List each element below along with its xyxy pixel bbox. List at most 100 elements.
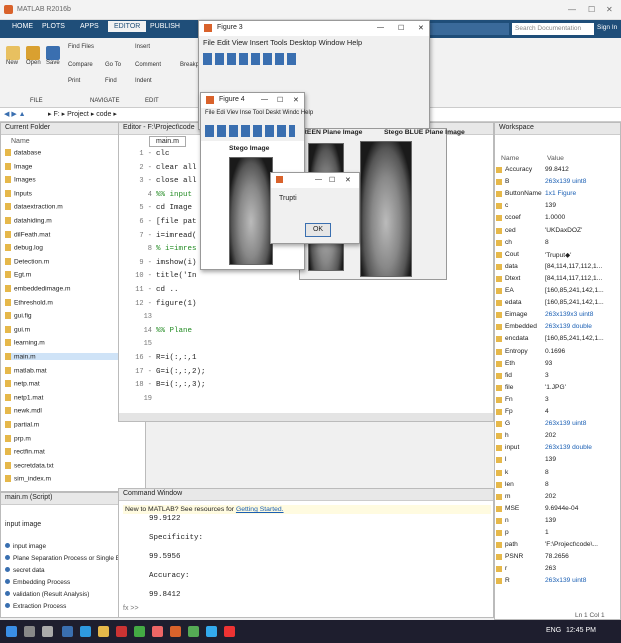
workspace-var-value[interactable]: 202 bbox=[545, 493, 556, 500]
workspace-var-value[interactable]: 263x139 uint8 bbox=[545, 178, 586, 185]
command-window[interactable]: Command Window New to MATLAB? See resour… bbox=[118, 488, 494, 618]
maximize-icon[interactable]: ☐ bbox=[329, 176, 335, 184]
figure-toolbar-icon[interactable] bbox=[205, 125, 295, 137]
minimize-icon[interactable]: — bbox=[315, 176, 322, 183]
search-icon[interactable] bbox=[24, 626, 35, 637]
workspace-var-name[interactable]: PSNR bbox=[505, 553, 523, 560]
folder-path[interactable]: ▸ F: ▸ Project ▸ code ▸ bbox=[48, 110, 117, 118]
app-icon[interactable] bbox=[224, 626, 235, 637]
figure-toolbar-icon[interactable] bbox=[203, 53, 299, 65]
folder-item[interactable]: newk.mdl bbox=[5, 407, 42, 415]
folder-item[interactable]: rectfin.mat bbox=[5, 448, 45, 455]
tab-publish[interactable]: PUBLISH bbox=[150, 23, 180, 30]
open-button[interactable]: Open bbox=[26, 46, 41, 66]
ws-name-header[interactable]: Name bbox=[501, 155, 519, 162]
clock[interactable]: 12:45 PM bbox=[566, 627, 596, 634]
folder-item[interactable]: datahiding.m bbox=[5, 217, 52, 224]
code-line[interactable]: R=i(:,:,1 bbox=[156, 354, 197, 362]
folder-item[interactable]: Images bbox=[5, 176, 36, 183]
workspace-var-name[interactable]: h bbox=[505, 432, 509, 439]
code-line[interactable]: B=i(:,:,3); bbox=[156, 381, 206, 389]
save-button[interactable]: Save bbox=[46, 46, 60, 66]
workspace-var-value[interactable]: '1.JPG' bbox=[545, 384, 566, 391]
quick-access-toolbar[interactable] bbox=[424, 23, 509, 35]
details-item[interactable]: validation (Result Analysis) bbox=[5, 591, 89, 598]
code-line[interactable]: %% Plane bbox=[156, 327, 192, 335]
code-line[interactable]: G=i(:,:,2); bbox=[156, 368, 206, 376]
figure-4-menubar[interactable]: File Edi Viev Inse Tool Deskt Windc Help bbox=[201, 108, 313, 118]
app-icon[interactable] bbox=[116, 626, 127, 637]
workspace-var-value[interactable]: 263x139 uint8 bbox=[545, 420, 586, 427]
tab-home[interactable]: HOME bbox=[12, 23, 33, 30]
maximize-icon[interactable]: ☐ bbox=[398, 24, 404, 32]
workspace-var-name[interactable]: encdata bbox=[505, 335, 528, 342]
code-line[interactable]: clc bbox=[156, 150, 170, 158]
workspace-var-name[interactable]: edata bbox=[505, 299, 522, 306]
maximize-icon[interactable]: ☐ bbox=[277, 96, 283, 104]
workspace-var-name[interactable]: ButtonName bbox=[505, 190, 542, 197]
nav-arrows-icon[interactable]: ◀ ▶ ▲ bbox=[4, 110, 26, 118]
insert-button[interactable]: Insert bbox=[135, 44, 150, 50]
close-icon[interactable]: ✕ bbox=[418, 24, 424, 32]
app-icon[interactable] bbox=[206, 626, 217, 637]
code-line[interactable]: i=imread( bbox=[156, 232, 197, 240]
minimize-icon[interactable]: — bbox=[377, 24, 384, 31]
code-line[interactable]: [file pat bbox=[156, 218, 197, 226]
workspace-var-value[interactable]: 139 bbox=[545, 202, 556, 209]
app-icon[interactable] bbox=[188, 626, 199, 637]
workspace-var-value[interactable]: 263x139 uint8 bbox=[545, 577, 586, 584]
tab-apps[interactable]: APPS bbox=[80, 23, 99, 30]
folder-item[interactable]: Detection.m bbox=[5, 257, 49, 265]
code-line[interactable]: imshow(i) bbox=[156, 259, 197, 267]
workspace-var-value[interactable]: 4 bbox=[545, 408, 549, 415]
print-button[interactable]: Print bbox=[68, 78, 80, 84]
details-item[interactable]: input image bbox=[5, 543, 46, 550]
workspace-var-name[interactable]: path bbox=[505, 541, 518, 548]
workspace-var-value[interactable]: 3 bbox=[545, 396, 549, 403]
workspace-var-value[interactable]: [160,85,241,142,1... bbox=[545, 287, 604, 294]
folder-item[interactable]: Inputs bbox=[5, 189, 32, 197]
app-icon[interactable] bbox=[134, 626, 145, 637]
workspace-var-name[interactable]: Accuracy bbox=[505, 166, 532, 173]
new-button[interactable]: New bbox=[6, 46, 20, 66]
workspace-var-value[interactable]: [84,114,117,112,1... bbox=[545, 275, 602, 282]
workspace-var-name[interactable]: ced bbox=[505, 227, 516, 234]
code-line[interactable]: %% input bbox=[156, 191, 192, 199]
workspace-var-value[interactable]: 263 bbox=[545, 565, 556, 572]
workspace-var-value[interactable]: 1 bbox=[545, 529, 549, 536]
workspace-var-value[interactable]: 78.2656 bbox=[545, 553, 569, 560]
workspace-var-value[interactable]: [160,85,241,142,1... bbox=[545, 299, 604, 306]
search-documentation-input[interactable]: Search Documentation bbox=[512, 23, 594, 35]
name-column-header[interactable]: Name bbox=[11, 138, 30, 145]
workspace-var-name[interactable]: G bbox=[505, 420, 510, 427]
start-icon[interactable] bbox=[6, 626, 17, 637]
details-item[interactable]: Embedding Process bbox=[5, 579, 70, 586]
folder-item[interactable]: gui.m bbox=[5, 325, 30, 333]
folder-item[interactable]: Ethreshold.m bbox=[5, 298, 53, 306]
details-item[interactable]: secret data bbox=[5, 567, 45, 574]
minimize-icon[interactable]: — bbox=[261, 96, 268, 103]
task-view-icon[interactable] bbox=[42, 626, 53, 637]
folder-item[interactable]: Egt.m bbox=[5, 271, 31, 279]
workspace-var-name[interactable]: Cout bbox=[505, 251, 519, 258]
folder-item[interactable]: netp1.mat bbox=[5, 393, 43, 401]
workspace-var-value[interactable]: 93 bbox=[545, 360, 552, 367]
folder-item[interactable]: learning.m bbox=[5, 339, 45, 347]
workspace-var-name[interactable]: Eth bbox=[505, 360, 515, 367]
workspace-var-name[interactable]: Fn bbox=[505, 396, 513, 403]
workspace-var-name[interactable]: k bbox=[505, 469, 508, 476]
go-to-button[interactable]: Go To bbox=[105, 62, 121, 68]
workspace-var-value[interactable]: 263x139 double bbox=[545, 444, 592, 451]
workspace-var-value[interactable]: 'UKDaxDOZ' bbox=[545, 227, 582, 234]
workspace-var-name[interactable]: R bbox=[505, 577, 510, 584]
workspace-var-value[interactable]: 139 bbox=[545, 456, 556, 463]
workspace-var-value[interactable]: 'Truput◆' bbox=[545, 251, 571, 259]
getting-started-link[interactable]: Getting Started. bbox=[236, 506, 284, 513]
workspace-var-value[interactable]: 263x139 double bbox=[545, 323, 592, 330]
find-button[interactable]: Find bbox=[105, 78, 117, 84]
folder-item[interactable]: database bbox=[5, 149, 41, 156]
workspace-var-name[interactable]: r bbox=[505, 565, 507, 572]
workspace-var-value[interactable]: 1x1 Figure bbox=[545, 190, 576, 197]
workspace-var-value[interactable]: 9.6944e-04 bbox=[545, 505, 578, 512]
chrome-icon[interactable] bbox=[152, 626, 163, 637]
